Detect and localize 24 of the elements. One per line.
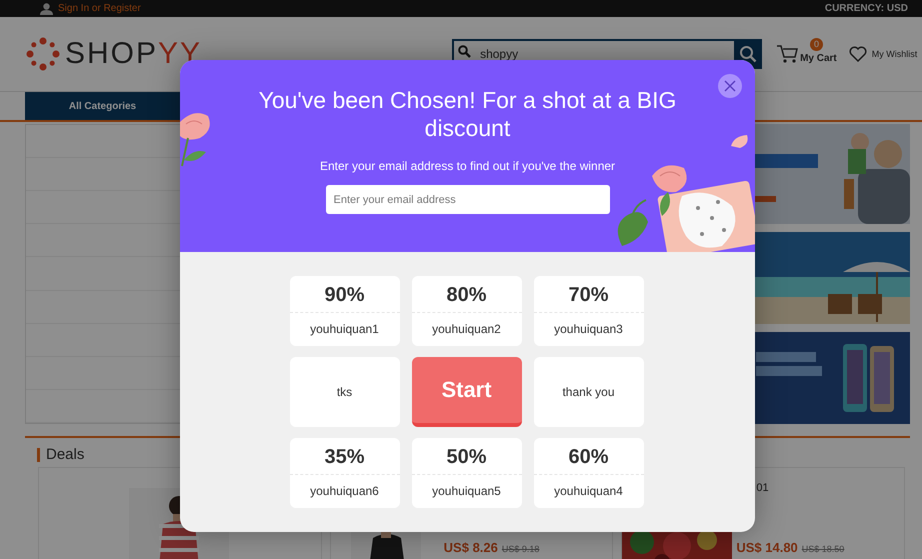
prize-tile: tks (290, 357, 400, 427)
coupon-name: youhuiquan6 (309, 482, 380, 500)
original-price: US$ 9.18 (502, 544, 540, 554)
discount-percent: 70% (534, 276, 644, 312)
cart-count-badge: 0 (810, 38, 824, 51)
product-price: US$ 8.26 (444, 540, 498, 555)
original-price: US$ 18.50 (802, 544, 844, 554)
product-price: US$ 14.80 (736, 540, 798, 555)
discount-percent: 80% (412, 276, 522, 312)
coupon-name: youhuiquan3 (553, 320, 624, 338)
prize-tile: thank you (534, 357, 644, 427)
popup-subtitle: Enter your email address to find out if you've the winner (320, 159, 616, 173)
coupon-name: youhuiquan5 (431, 482, 502, 500)
discount-percent: 50% (412, 438, 522, 474)
coupon-name: youhuiquan2 (431, 320, 502, 338)
discount-percent: 60% (534, 438, 644, 474)
product-name: 01 (756, 482, 769, 494)
logo-text: SHOPYY (65, 37, 202, 71)
coupon-name: youhuiquan4 (553, 482, 624, 500)
coupon-name: youhuiquan1 (309, 320, 380, 338)
section-title: Deals (46, 446, 84, 463)
discount-percent: 35% (290, 438, 400, 474)
popup-title: You've been Chosen! For a shot at a BIG discount (258, 86, 678, 142)
discount-percent: 90% (290, 276, 400, 312)
